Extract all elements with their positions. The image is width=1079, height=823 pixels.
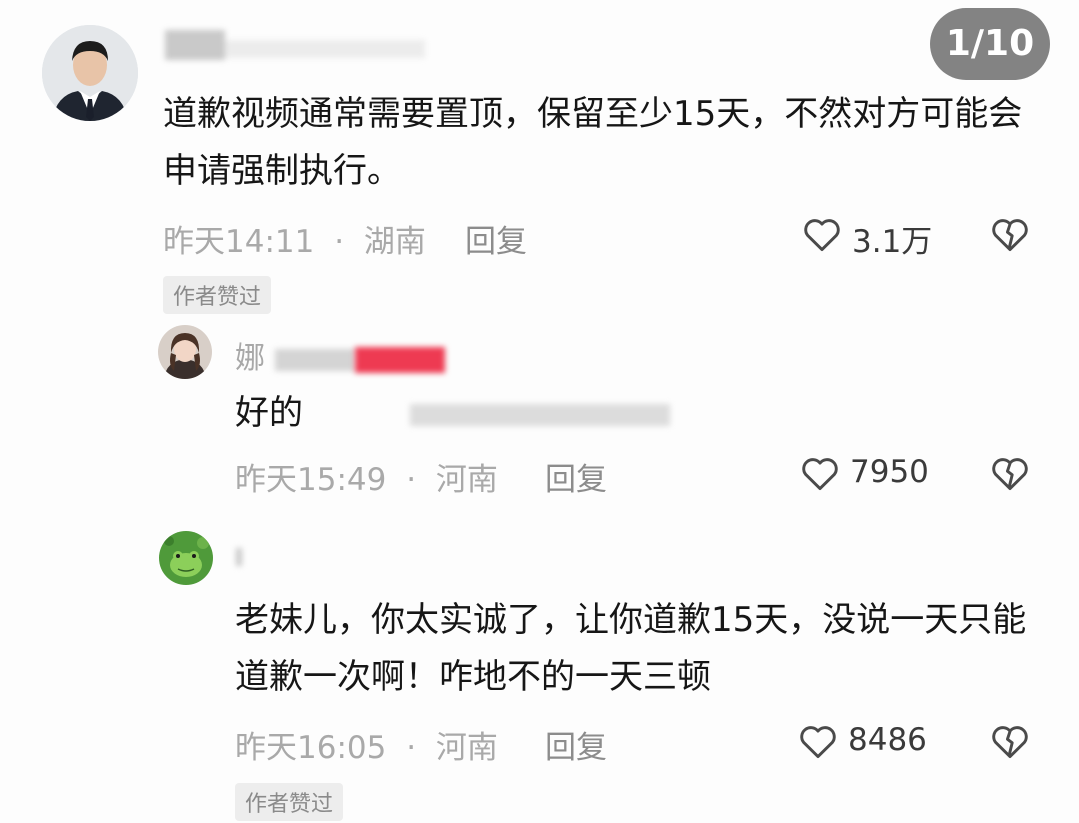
like-button[interactable] [796, 719, 840, 767]
avatar-portrait [158, 325, 212, 379]
like-button[interactable] [798, 451, 842, 499]
broken-heart-icon [992, 458, 1028, 491]
timestamp: 昨天16:05 [235, 730, 387, 766]
username-redacted [274, 348, 355, 371]
comment-text: 道歉视频通常需要置顶，保留至少15天，不然对方可能会申请强制执行。 [163, 94, 1023, 191]
broken-heart-icon [992, 726, 1028, 759]
like-count: 8486 [848, 722, 927, 758]
broken-heart-icon [992, 219, 1028, 252]
timestamp: 昨天14:11 [163, 224, 315, 260]
username-redacted [354, 346, 445, 373]
username-redacted[interactable] [165, 30, 435, 64]
avatar-frog [159, 531, 213, 585]
ip-location: 湖南 [363, 224, 426, 260]
reply-button[interactable]: 回复 [545, 722, 607, 767]
avatar[interactable] [159, 531, 213, 585]
like-count: 7950 [850, 454, 929, 490]
heart-outline-icon [804, 219, 840, 252]
dislike-button[interactable] [988, 451, 1032, 499]
reply-button[interactable]: 回复 [465, 216, 527, 261]
avatar-portrait [42, 25, 138, 121]
dislike-button[interactable] [988, 212, 1032, 260]
like-count: 3.1万 [852, 224, 933, 260]
heart-outline-icon [800, 726, 836, 759]
like-button[interactable] [800, 212, 844, 260]
dot-separator: · [406, 730, 417, 766]
timestamp: 昨天15:49 [235, 462, 387, 498]
ip-location: 河南 [435, 730, 498, 766]
redacted-region [410, 404, 670, 426]
dislike-button[interactable] [988, 719, 1032, 767]
comment-meta: 昨天16:05 · 河南 [235, 722, 498, 767]
username[interactable]: 娜 [235, 333, 445, 377]
comment-meta: 昨天14:11 · 湖南 [163, 216, 426, 261]
avatar[interactable] [158, 325, 212, 379]
comment-meta: 昨天15:49 · 河南 [235, 454, 498, 499]
image-counter: 1/10 [930, 8, 1050, 80]
avatar[interactable] [42, 25, 138, 121]
dot-separator: · [406, 462, 417, 498]
username-redacted[interactable] [236, 548, 242, 566]
author-liked-badge: 作者赞过 [163, 276, 272, 314]
heart-outline-icon [802, 458, 838, 491]
dot-separator: · [334, 224, 345, 260]
reply-button[interactable]: 回复 [545, 454, 607, 499]
ip-location: 河南 [435, 462, 498, 498]
comment-text: 老妹儿，你太实诚了，让你道歉15天，没说一天只能道歉一次啊！咋地不的一天三顿 [235, 600, 1027, 697]
author-liked-badge: 作者赞过 [235, 783, 344, 821]
